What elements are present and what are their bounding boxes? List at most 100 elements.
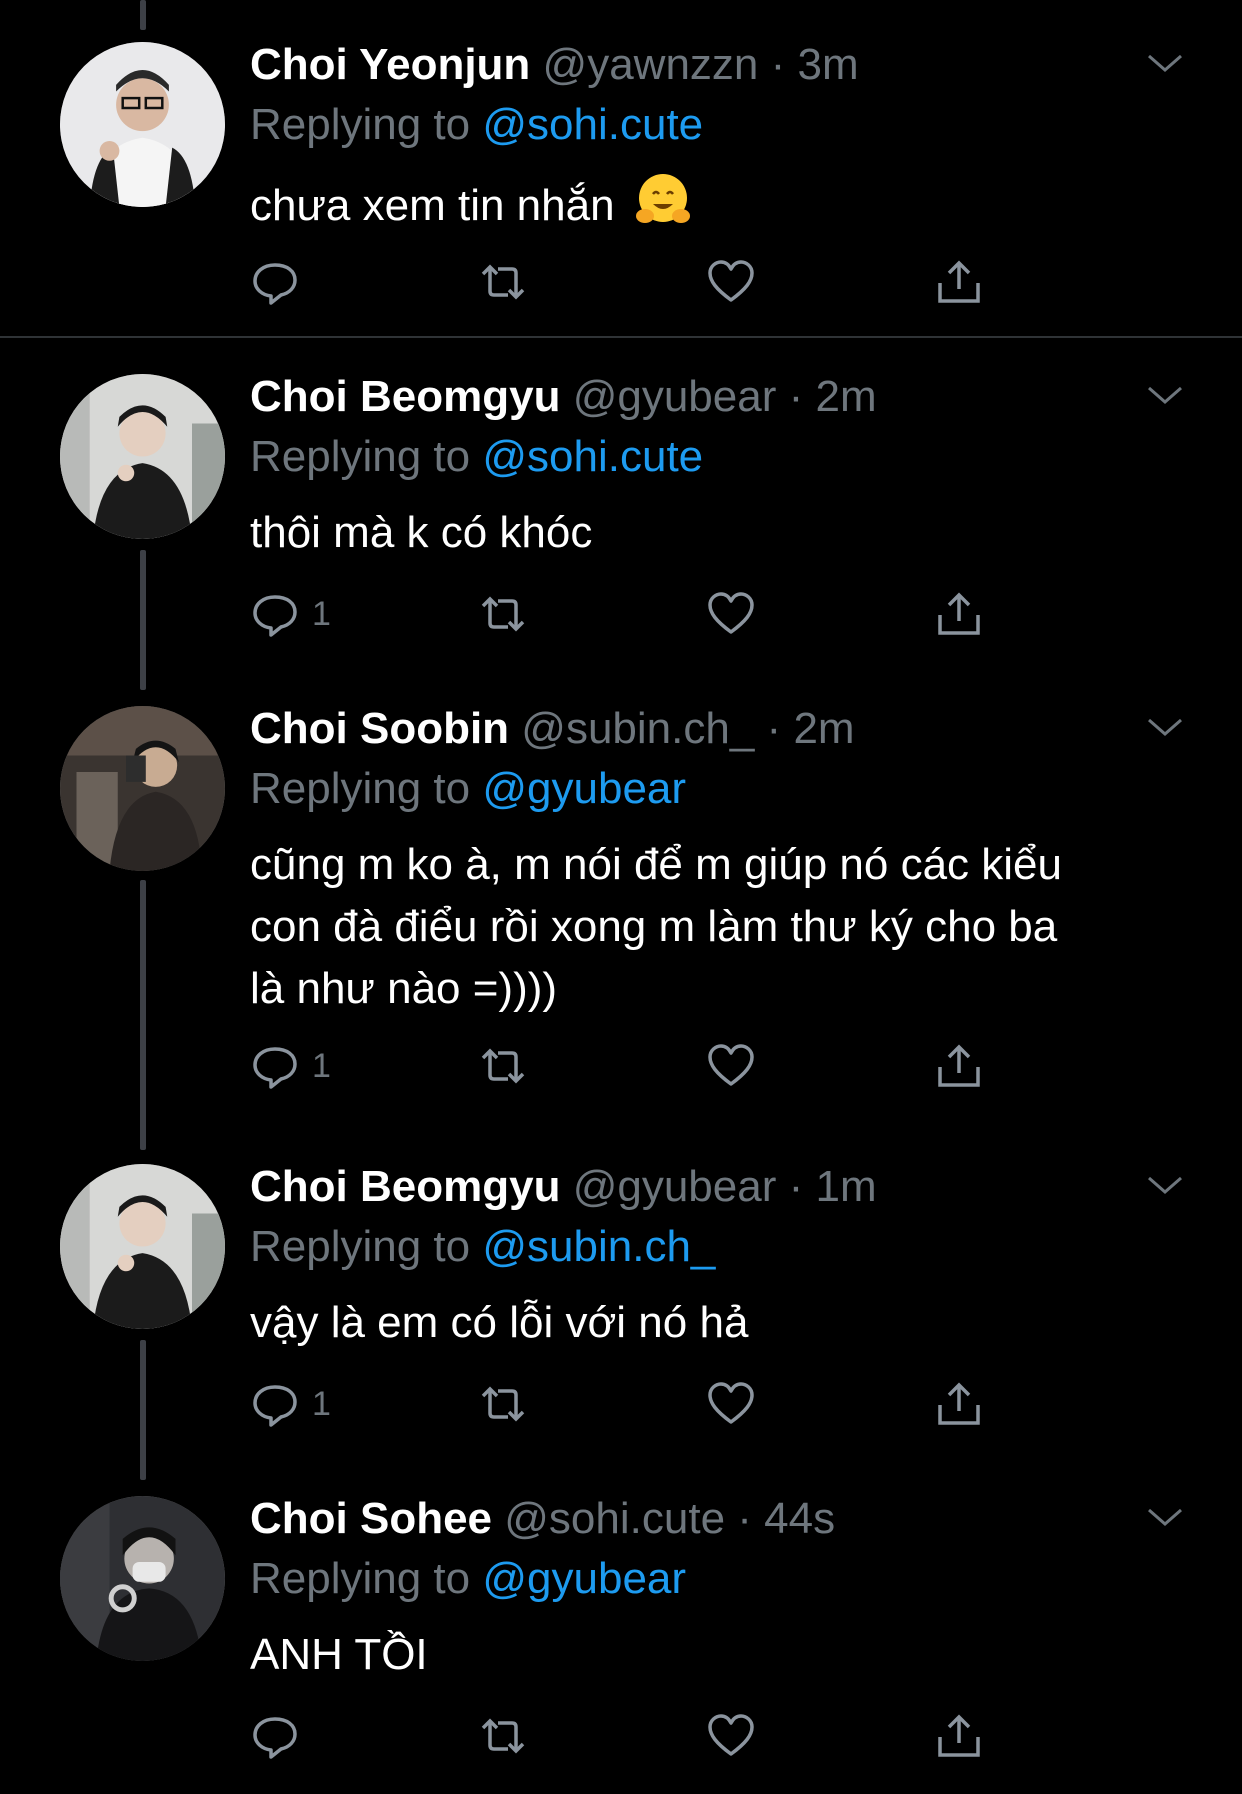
tweet[interactable]: Choi Sohee @sohi.cute · 44s Replying to … [0,1460,1242,1790]
share-button[interactable] [934,1706,984,1766]
retweet-icon [481,1386,525,1422]
tweet-actions [250,252,1010,312]
tweet-actions: 1 [250,584,1010,644]
replying-prefix: Replying to [250,764,483,813]
reply-icon [253,263,297,305]
replying-to: Replying to @subin.ch_ [250,1220,715,1274]
chevron-down-icon[interactable] [1145,382,1185,410]
retweet-button[interactable] [478,584,528,644]
tweet-header: Choi Beomgyu @gyubear · 1m [250,1160,877,1214]
reply-button[interactable]: 1 [250,584,331,644]
user-handle[interactable]: @sohi.cute [504,1494,725,1543]
chevron-down-icon[interactable] [1145,714,1185,742]
avatar[interactable] [60,706,225,871]
tweet[interactable]: Choi Soobin @subin.ch_ · 2m Replying to … [0,670,1242,1120]
timestamp[interactable]: 2m [815,372,876,421]
avatar[interactable] [60,374,225,539]
like-button[interactable] [706,1374,756,1434]
chevron-down-icon[interactable] [1145,1504,1185,1532]
reply-icon [253,1047,297,1089]
chevron-down-icon[interactable] [1145,50,1185,78]
like-button[interactable] [706,1706,756,1766]
tweet-text-content: vậy là em có lỗi với nó hả [250,1298,749,1347]
retweet-button[interactable] [478,252,528,312]
chevron-down-icon[interactable] [1145,1172,1185,1200]
user-handle[interactable]: @subin.ch_ [521,704,754,753]
tweet-header: Choi Yeonjun @yawnzzn · 3m [250,38,859,92]
tweet[interactable]: Choi Yeonjun @yawnzzn · 3m Replying to @… [0,0,1242,335]
share-button[interactable] [934,1374,984,1434]
replying-to: Replying to @sohi.cute [250,430,703,484]
tweet-text: thôi mà k có khóc [250,502,1170,564]
display-name[interactable]: Choi Beomgyu [250,372,560,421]
share-icon [938,260,980,303]
reply-icon [253,1717,297,1759]
retweet-icon [481,1718,525,1754]
tweet-text-line: con đà điểu rồi xong m làm thư ký cho ba [250,902,1058,951]
display-name[interactable]: Choi Yeonjun [250,40,530,89]
retweet-button[interactable] [478,1036,528,1096]
separator-dot: · [758,40,798,89]
like-icon [708,1382,754,1424]
tweet-text: cũng m ko à, m nói để m giúp nó các kiểu… [250,834,1170,1020]
avatar[interactable] [60,1496,225,1661]
avatar[interactable] [60,42,225,207]
timestamp[interactable]: 44s [764,1494,835,1543]
share-icon [938,1714,980,1757]
tweet-text-line: là như nào =)))) [250,964,558,1013]
share-button[interactable] [934,1036,984,1096]
tweet-text: chưa xem tin nhắn [250,170,1170,237]
tweet-text: ANH TỒI [250,1624,1170,1686]
mention-link[interactable]: @sohi.cute [482,100,703,149]
tweet-actions [250,1706,1010,1766]
share-button[interactable] [934,584,984,644]
tweet-text-content: ANH TỒI [250,1630,428,1679]
tweet-header: Choi Soobin @subin.ch_ · 2m [250,702,855,756]
reply-button[interactable]: 1 [250,1036,331,1096]
tweet-header: Choi Beomgyu @gyubear · 2m [250,370,877,424]
tweet[interactable]: Choi Beomgyu @gyubear · 2m Replying to @… [0,338,1242,668]
user-handle[interactable]: @yawnzzn [543,40,759,89]
retweet-button[interactable] [478,1706,528,1766]
mention-link[interactable]: @sohi.cute [482,432,703,481]
tweet-actions: 1 [250,1036,1010,1096]
tweet-text-content: thôi mà k có khóc [250,508,593,557]
reply-button[interactable]: 1 [250,1374,331,1434]
user-handle[interactable]: @gyubear [573,372,777,421]
separator-dot: · [776,1162,816,1211]
retweet-icon [481,596,525,632]
like-icon [708,1044,754,1086]
timestamp[interactable]: 3m [798,40,859,89]
display-name[interactable]: Choi Sohee [250,1494,492,1543]
retweet-button[interactable] [478,1374,528,1434]
like-button[interactable] [706,584,756,644]
retweet-icon [481,1048,525,1084]
share-icon [938,592,980,635]
reply-count: 1 [312,1384,331,1423]
like-button[interactable] [706,1036,756,1096]
replying-to: Replying to @sohi.cute [250,98,703,152]
user-handle[interactable]: @gyubear [573,1162,777,1211]
tweet[interactable]: Choi Beomgyu @gyubear · 1m Replying to @… [0,1128,1242,1458]
like-icon [708,260,754,302]
share-button[interactable] [934,252,984,312]
avatar[interactable] [60,1164,225,1329]
tweet-text-content: chưa xem tin nhắn [250,181,615,230]
display-name[interactable]: Choi Soobin [250,704,509,753]
replying-prefix: Replying to [250,432,483,481]
reply-button[interactable] [250,1706,312,1766]
reply-count: 1 [312,594,331,633]
display-name[interactable]: Choi Beomgyu [250,1162,560,1211]
reply-button[interactable] [250,252,312,312]
mention-link[interactable]: @gyubear [482,1554,686,1603]
like-button[interactable] [706,252,756,312]
replying-prefix: Replying to [250,100,483,149]
share-icon [938,1044,980,1087]
mention-link[interactable]: @subin.ch_ [482,1222,715,1271]
timestamp[interactable]: 1m [815,1162,876,1211]
timestamp[interactable]: 2m [793,704,854,753]
hugging-face-emoji [635,174,690,223]
replying-to: Replying to @gyubear [250,762,686,816]
mention-link[interactable]: @gyubear [482,764,686,813]
tweet-text: vậy là em có lỗi với nó hả [250,1292,1170,1354]
